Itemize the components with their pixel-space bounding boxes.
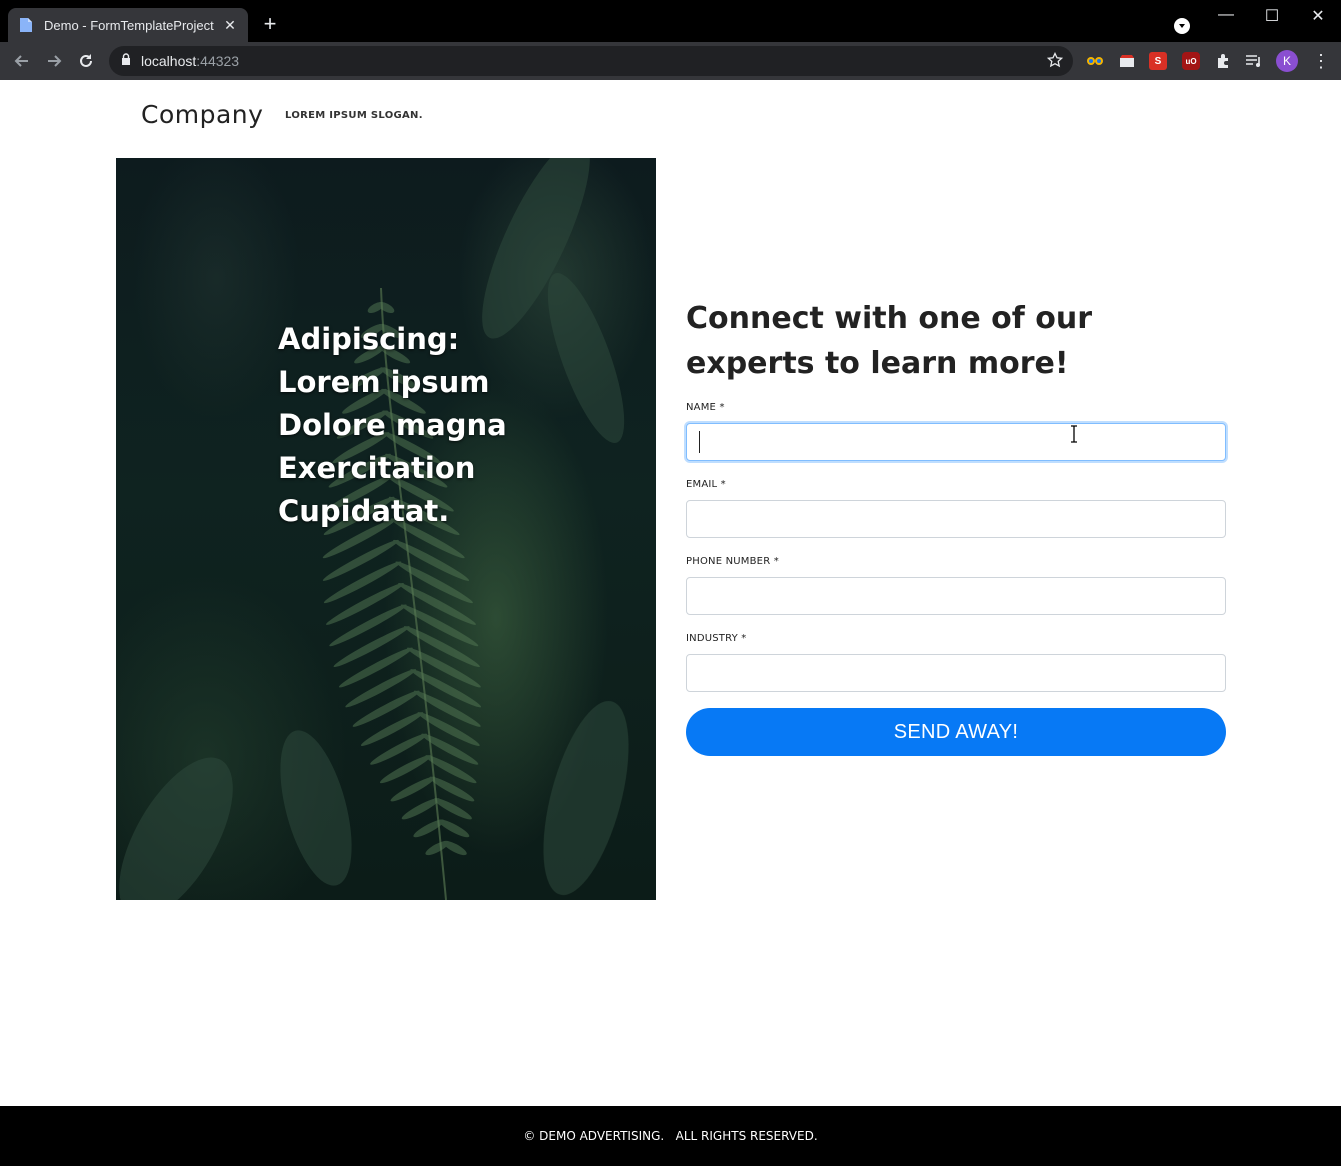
maximize-button[interactable]: ☐: [1260, 6, 1284, 26]
fern-leaflet: [438, 819, 470, 838]
footer-copyright: © DEMO ADVERTISING. ALL RIGHTS RESERVED.: [523, 1129, 818, 1143]
fern-leaflet: [333, 626, 410, 668]
forward-button[interactable]: [43, 50, 65, 72]
industry-label: INDUSTRY *: [686, 633, 747, 644]
fern-leaflet: [326, 582, 404, 625]
url-host: localhost: [141, 53, 197, 69]
url-text: localhost:44323: [141, 53, 239, 69]
hero-line: Adipiscing:: [278, 322, 460, 356]
name-label: NAME *: [686, 402, 725, 413]
media-queue-icon[interactable]: [1245, 52, 1263, 70]
fern-leaflet: [338, 647, 413, 688]
name-input[interactable]: [686, 423, 1226, 461]
store-extension-icon[interactable]: [1118, 52, 1136, 70]
fern-leaflet: [345, 669, 417, 708]
ublock-extension-label: uO: [1185, 56, 1197, 66]
hero-line: Cupidatat.: [278, 494, 450, 528]
hero-line: Dolore magna: [278, 408, 507, 442]
fern-leaflet: [329, 604, 407, 647]
fern-leaflet: [443, 840, 467, 856]
s-extension-label: S: [1154, 55, 1162, 67]
reload-button[interactable]: [75, 50, 97, 72]
fern-leaflet: [421, 733, 479, 765]
back-button[interactable]: [11, 50, 33, 72]
brand-logo-text[interactable]: Company: [141, 100, 263, 129]
slogan: LOREM IPSUM SLOGAN.: [285, 110, 423, 121]
email-label: EMAIL *: [686, 479, 726, 490]
profile-avatar[interactable]: K: [1276, 50, 1298, 72]
ibeam-cursor-icon: [1069, 425, 1079, 448]
tab-close-icon[interactable]: ✕: [222, 17, 238, 34]
phone-input[interactable]: [686, 577, 1226, 615]
browser-menu-icon[interactable]: ⋮: [1312, 50, 1330, 72]
lock-icon: [121, 52, 131, 70]
footer: © DEMO ADVERTISING. ALL RIGHTS RESERVED.: [0, 1106, 1341, 1166]
fern-leaflet: [352, 690, 420, 727]
text-caret: [699, 431, 700, 453]
fern-leaflet: [322, 539, 399, 581]
form-heading: Connect with one of our experts to learn…: [686, 301, 1093, 381]
industry-input[interactable]: [686, 654, 1226, 692]
hero-fern-image: Adipiscing: Lorem ipsum Dolore magna Exe…: [116, 158, 656, 900]
minimize-button[interactable]: —: [1214, 6, 1238, 24]
fern-leaflet: [413, 690, 481, 727]
new-tab-button[interactable]: +: [258, 13, 282, 37]
browser-toolbar: localhost:44323 S uO K ⋮: [0, 42, 1341, 80]
tab-search-icon[interactable]: [1174, 18, 1190, 34]
fern-leaflet: [417, 712, 480, 746]
phone-label: PHONE NUMBER *: [686, 556, 779, 567]
browser-tab-bar: Demo - FormTemplateProject ✕ + — ☐ ✕: [0, 0, 1341, 42]
hero-headline: Adipiscing: Lorem ipsum Dolore magna Exe…: [278, 318, 507, 533]
puzzle-extension-icon[interactable]: [1214, 52, 1232, 70]
send-button[interactable]: SEND AWAY!: [686, 708, 1226, 756]
s-extension-icon[interactable]: S: [1149, 52, 1167, 70]
url-port: :44323: [196, 53, 240, 69]
tab-title: Demo - FormTemplateProject: [44, 17, 214, 33]
hero-line: Exercitation: [278, 451, 476, 485]
bookmark-star-icon[interactable]: [1046, 51, 1064, 73]
email-input[interactable]: [686, 500, 1226, 538]
address-bar[interactable]: localhost:44323: [109, 46, 1073, 76]
eyes-extension-icon[interactable]: [1086, 52, 1104, 70]
browser-tab[interactable]: Demo - FormTemplateProject ✕: [8, 8, 248, 42]
fern-leaflet: [323, 561, 402, 604]
window-close-button[interactable]: ✕: [1306, 6, 1330, 26]
hero-line: Lorem ipsum: [278, 365, 490, 399]
ublock-extension-icon[interactable]: uO: [1182, 52, 1200, 70]
page-favicon-icon: [18, 17, 34, 33]
